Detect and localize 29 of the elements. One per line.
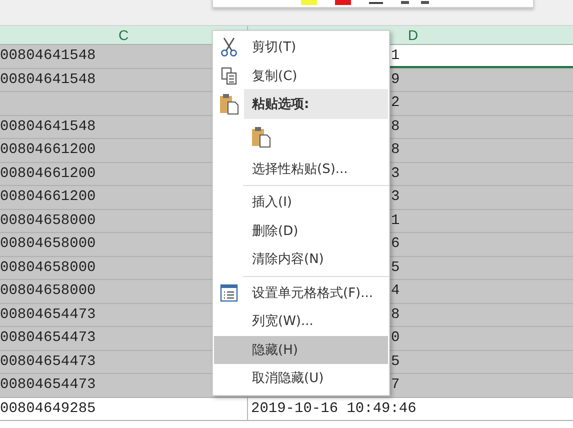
table-cell: 00804649285	[0, 398, 248, 420]
format-cells-icon	[220, 284, 238, 302]
table-cell: 2019-10-16 10:49:46	[251, 400, 416, 417]
table-cell: 5	[391, 354, 400, 370]
column-header[interactable]: C	[118, 27, 129, 43]
table-cell: 9	[391, 72, 400, 88]
table-cell: 7	[391, 377, 400, 394]
column-header[interactable]: D	[408, 27, 418, 43]
table-cell: 6	[391, 236, 400, 252]
table-cell: 8	[391, 142, 400, 158]
table-cell: 3	[391, 189, 400, 206]
toolbar-icon[interactable]	[401, 0, 431, 5]
table-cell: 1	[391, 48, 400, 64]
menu-item[interactable]: 隐藏(H)	[214, 336, 388, 364]
table-cell: 3	[391, 166, 400, 182]
font-color-icon[interactable]	[335, 0, 351, 5]
scissors-icon	[220, 37, 238, 58]
copy-icon	[220, 66, 236, 85]
table-cell: 2	[391, 95, 400, 112]
table-cell: 5	[391, 260, 400, 276]
menu-section-header: 粘贴选项:	[244, 89, 388, 120]
table-cell: 4	[391, 283, 400, 300]
table-cell: 0	[391, 330, 400, 346]
clipboard-icon	[218, 93, 238, 116]
paste-icon[interactable]	[251, 126, 271, 148]
table-cell: 8	[391, 118, 400, 135]
table-cell: 8	[391, 306, 400, 323]
highlight-color-icon[interactable]	[301, 0, 317, 5]
table-cell: 1	[391, 212, 400, 229]
